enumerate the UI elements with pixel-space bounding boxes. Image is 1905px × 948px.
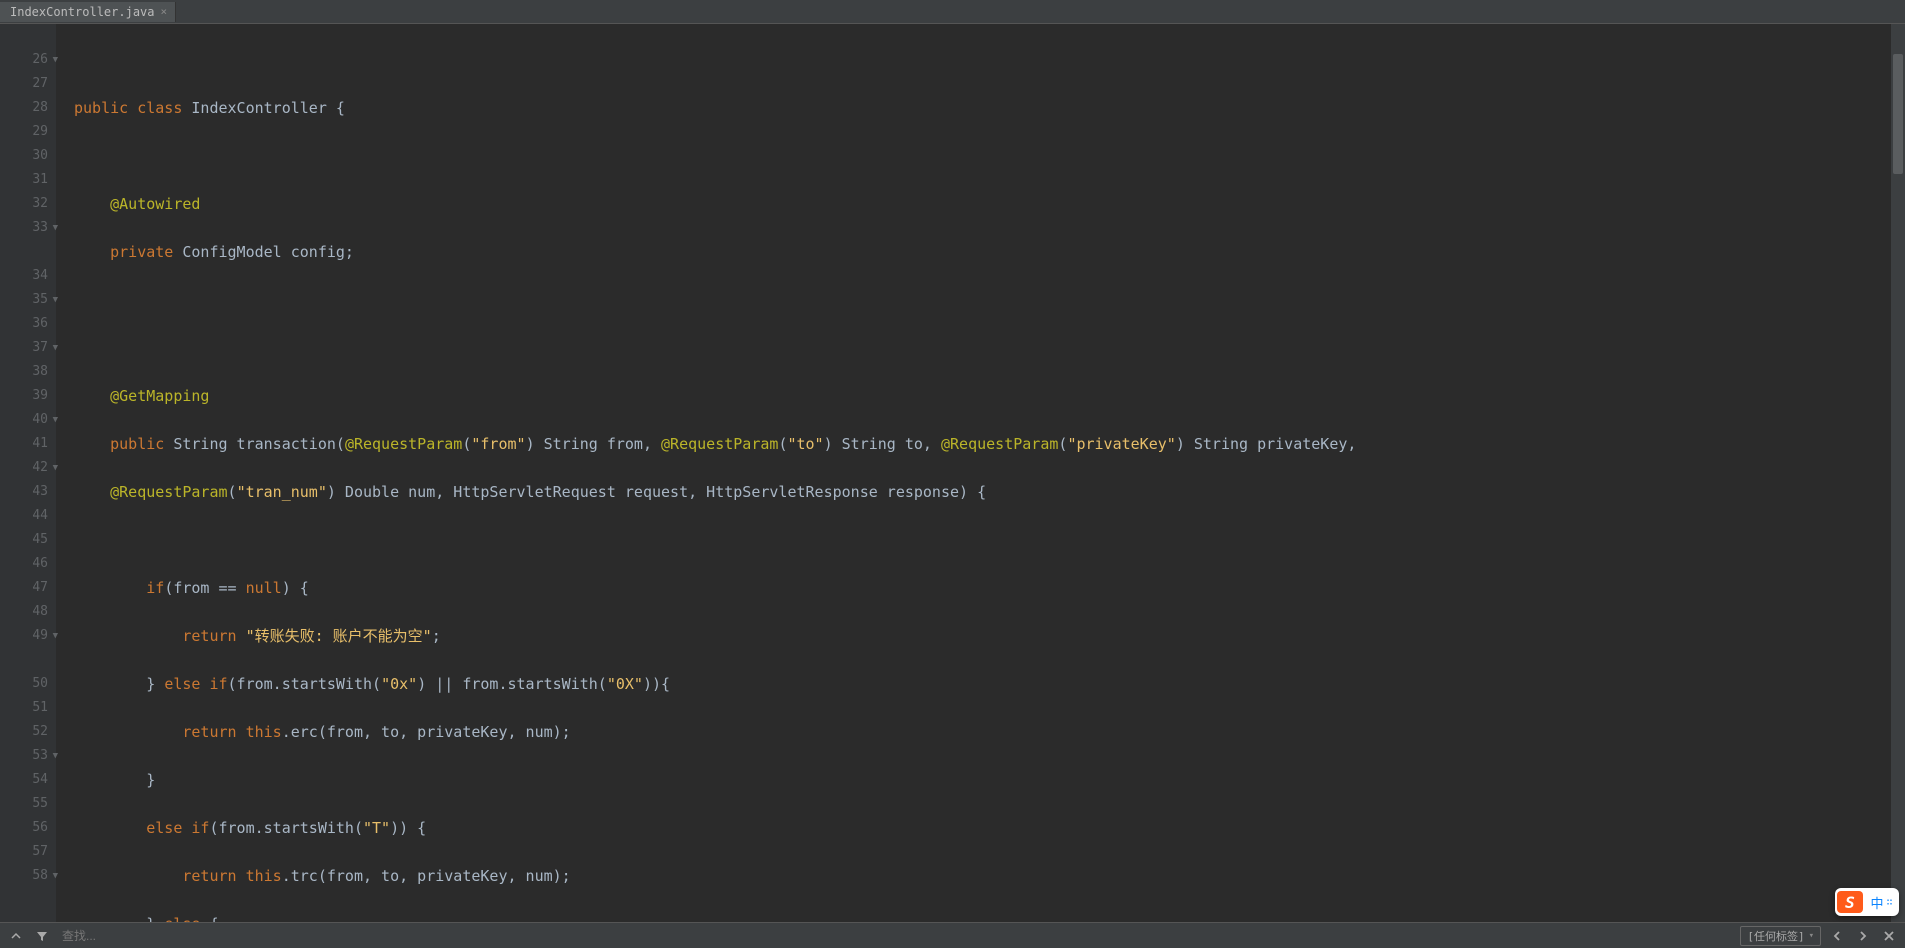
line-number: 31	[0, 168, 48, 192]
line-number: 44	[0, 504, 48, 528]
line-number: 51	[0, 696, 48, 720]
line-number: 56	[0, 816, 48, 840]
line-gutter: 2627282930313233 343536373839404142434445…	[0, 24, 56, 922]
status-bar: [任何标签]	[0, 922, 1905, 948]
collapse-up-icon[interactable]	[6, 926, 26, 946]
line-number: 43	[0, 480, 48, 504]
line-number: 45	[0, 528, 48, 552]
line-number	[0, 24, 48, 48]
line-number: 27	[0, 72, 48, 96]
code-area[interactable]: public class IndexController { @Autowire…	[56, 24, 1905, 922]
prev-result-icon[interactable]	[1827, 926, 1847, 946]
next-result-icon[interactable]	[1853, 926, 1873, 946]
tab-filename: IndexController.java	[10, 5, 155, 19]
search-input[interactable]	[58, 927, 1734, 945]
line-number: 29	[0, 120, 48, 144]
line-number: 48	[0, 600, 48, 624]
line-number: 54	[0, 768, 48, 792]
line-number: 46	[0, 552, 48, 576]
ime-language: 中∷	[1863, 893, 1899, 912]
line-number	[0, 648, 48, 672]
tag-filter-dropdown[interactable]: [任何标签]	[1740, 926, 1821, 946]
ime-indicator[interactable]: S 中∷	[1835, 888, 1899, 916]
line-number: 57	[0, 840, 48, 864]
tab-bar: IndexController.java ×	[0, 0, 1905, 24]
line-number: 30	[0, 144, 48, 168]
line-number: 40	[0, 408, 48, 432]
line-number: 41	[0, 432, 48, 456]
vertical-scrollbar[interactable]	[1891, 24, 1905, 922]
line-number: 38	[0, 360, 48, 384]
line-number: 32	[0, 192, 48, 216]
line-number: 58	[0, 864, 48, 888]
line-number: 33	[0, 216, 48, 240]
close-icon[interactable]: ×	[161, 5, 168, 18]
line-number: 47	[0, 576, 48, 600]
line-number: 37	[0, 336, 48, 360]
line-number: 28	[0, 96, 48, 120]
close-search-icon[interactable]	[1879, 926, 1899, 946]
line-number	[0, 240, 48, 264]
sogou-logo-icon: S	[1837, 891, 1863, 913]
line-number: 35	[0, 288, 48, 312]
scrollbar-thumb[interactable]	[1893, 54, 1903, 174]
file-tab[interactable]: IndexController.java ×	[0, 2, 176, 22]
code-editor[interactable]: 2627282930313233 343536373839404142434445…	[0, 24, 1905, 922]
line-number: 36	[0, 312, 48, 336]
line-number: 52	[0, 720, 48, 744]
line-number: 34	[0, 264, 48, 288]
line-number: 39	[0, 384, 48, 408]
line-number: 53	[0, 744, 48, 768]
filter-icon[interactable]	[32, 926, 52, 946]
line-number: 49	[0, 624, 48, 648]
line-number: 50	[0, 672, 48, 696]
line-number: 55	[0, 792, 48, 816]
line-number: 26	[0, 48, 48, 72]
line-number: 42	[0, 456, 48, 480]
